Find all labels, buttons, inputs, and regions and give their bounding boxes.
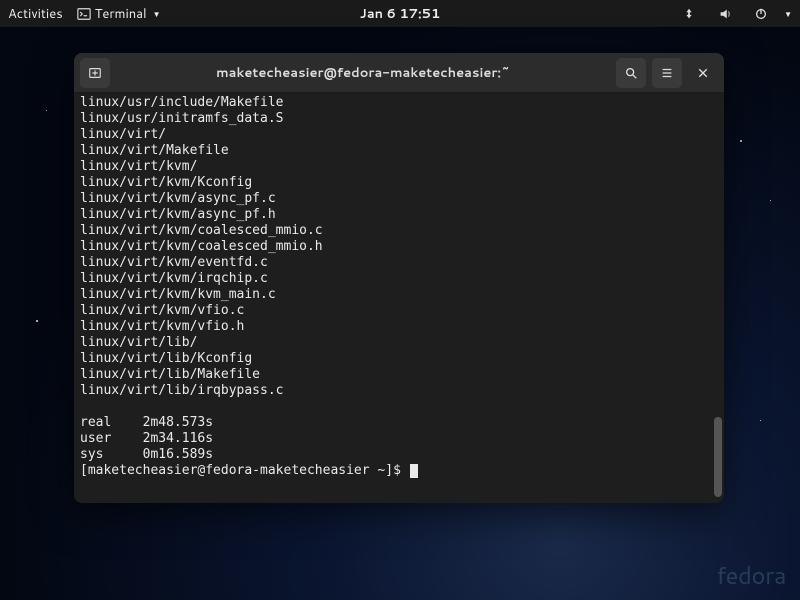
power-icon	[754, 7, 768, 21]
fedora-watermark: fedora	[716, 558, 786, 592]
close-button[interactable]	[688, 58, 718, 88]
chevron-down-icon: ▼	[153, 8, 161, 20]
clock[interactable]: Jan 6 17:51	[360, 5, 441, 23]
chevron-down-icon: ▼	[784, 8, 792, 20]
terminal-lines: linux/usr/include/Makefile linux/usr/ini…	[80, 95, 323, 462]
window-title: maketecheasier@fedora-maketecheasier:~	[116, 64, 610, 82]
gnome-top-bar: Activities Terminal ▼ Jan 6 17:51 ▼	[0, 0, 800, 27]
new-tab-button[interactable]	[80, 58, 110, 88]
network-icon	[682, 7, 696, 21]
new-tab-icon	[88, 66, 102, 80]
activities-button[interactable]: Activities	[8, 5, 63, 23]
menu-button[interactable]	[652, 58, 682, 88]
terminal-output[interactable]: linux/usr/include/Makefile linux/usr/ini…	[74, 93, 724, 503]
terminal-window: maketecheasier@fedora-maketecheasier:~ l…	[74, 53, 724, 503]
search-icon	[624, 66, 638, 80]
cursor	[410, 464, 418, 478]
window-titlebar[interactable]: maketecheasier@fedora-maketecheasier:~	[74, 53, 724, 93]
system-status-area[interactable]: ▼	[674, 7, 792, 21]
app-menu[interactable]: Terminal ▼	[77, 5, 161, 23]
close-icon	[697, 67, 709, 79]
scrollbar-thumb[interactable]	[714, 417, 722, 497]
app-menu-label: Terminal	[95, 5, 147, 23]
activities-label: Activities	[8, 5, 63, 23]
shell-prompt: [maketecheasier@fedora-maketecheasier ~]…	[80, 463, 409, 478]
hamburger-icon	[660, 66, 674, 80]
search-button[interactable]	[616, 58, 646, 88]
volume-icon	[718, 7, 732, 21]
terminal-app-icon	[77, 7, 91, 21]
